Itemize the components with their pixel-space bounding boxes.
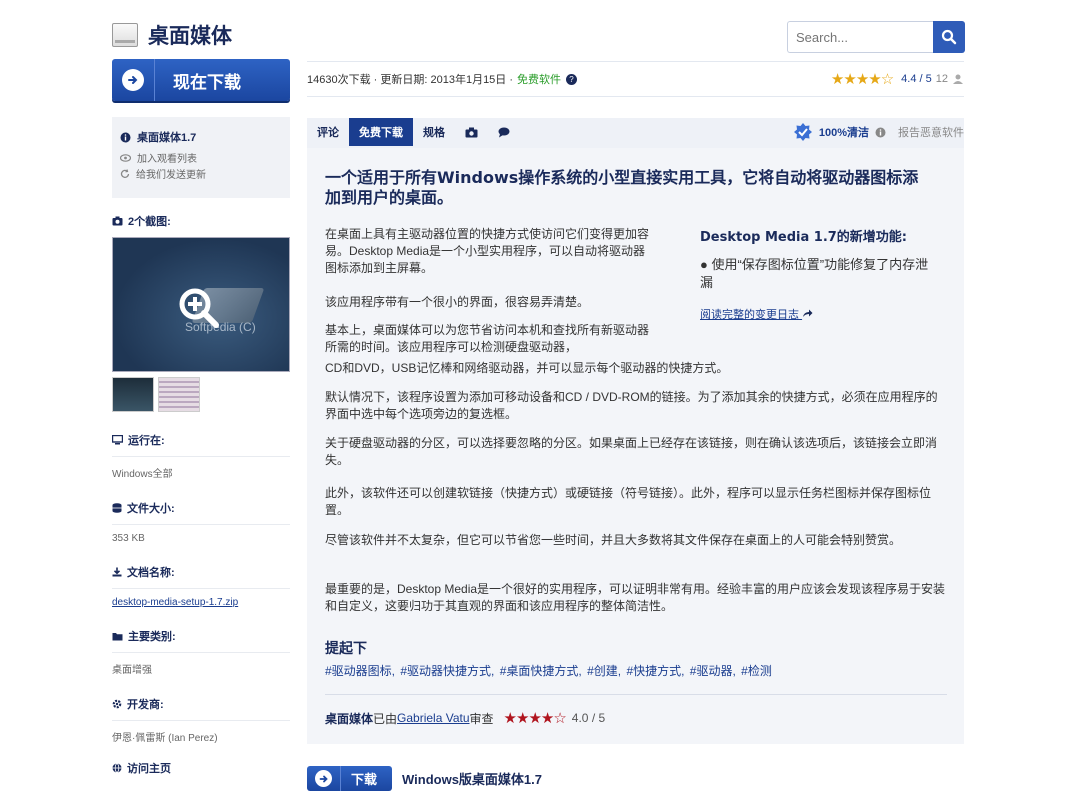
download-now-button[interactable]: 现在下载: [112, 59, 290, 101]
info-icon: [875, 127, 886, 137]
paragraph: CD和DVD，USB记忆棒和网络驱动器，并可以显示每个驱动器的快捷方式。: [325, 361, 729, 375]
tab-specs[interactable]: 规格: [413, 118, 455, 146]
tags-list: #驱动器图标, #驱动器快捷方式, #桌面快捷方式, #创建, #快捷方式, #…: [325, 662, 774, 679]
bottom-download: 下载 Windows版桌面媒体1.7: [307, 766, 542, 791]
file-name: 文档名称: desktop-media-setup-1.7.zip: [112, 564, 290, 608]
tag-link[interactable]: #创建,: [587, 664, 621, 678]
file-name-link[interactable]: desktop-media-setup-1.7.zip: [112, 597, 290, 608]
camera-icon: [112, 216, 123, 226]
developer-link[interactable]: 伊恩·佩雷斯 (Ian Perez): [112, 729, 290, 744]
screenshot-thumb-1[interactable]: [112, 377, 154, 412]
homepage-link[interactable]: 访问主页: [112, 760, 290, 776]
camera-icon: [465, 127, 478, 137]
eye-icon: [120, 153, 131, 162]
content-panel: 一个适用于所有Windows操作系统的小型直接实用工具，它将自动将驱动器图标添加…: [307, 146, 964, 744]
editor-rating-score: 4.0 / 5: [571, 711, 606, 725]
users-icon: [953, 74, 963, 84]
paragraph: 基本上，桌面媒体可以为您节省访问本机和查找所有新驱动器所需的时间。该应用程序可以…: [325, 323, 650, 354]
file-size: 文件大小: 353 KB: [112, 500, 290, 544]
review-app-name: 桌面媒体: [325, 711, 374, 726]
runs-on: 运行在: Windows全部: [112, 432, 290, 480]
download-button[interactable]: 下载: [307, 766, 392, 791]
tag-link[interactable]: #检测: [741, 664, 772, 678]
send-update-link[interactable]: 给我们发送更新: [120, 166, 282, 181]
changelog-title: Desktop Media 1.7的新增功能:: [700, 230, 908, 245]
screenshots-heading: 2个截图:: [112, 213, 290, 229]
developer: 开发商: 伊恩·佩雷斯 (Ian Perez): [112, 696, 290, 744]
screenshot-thumbnails: [112, 377, 290, 412]
content-tabs: 评论 免费下载 规格 100%清洁 报告恶意软件: [307, 118, 964, 146]
tab-free-download[interactable]: 免费下载: [349, 118, 413, 146]
add-watchlist-link[interactable]: 加入观看列表: [120, 150, 282, 165]
share-arrow-icon: [803, 309, 813, 317]
screenshot-main[interactable]: Softpedia (C): [112, 237, 290, 372]
tab-comments[interactable]: [488, 118, 520, 146]
download-now-label: 现在下载: [173, 72, 241, 93]
paragraph: 关于硬盘驱动器的分区，可以选择要忽略的分区。如果桌面上已经存在该链接，则在确认该…: [325, 436, 938, 467]
tag-link[interactable]: #驱动器图标,: [325, 664, 395, 678]
tag-link[interactable]: #快捷方式,: [626, 664, 684, 678]
paragraph: 该应用程序带有一个很小的界面，很容易弄清楚。: [325, 295, 590, 309]
rating-stars: ★★★★☆: [830, 71, 894, 88]
category-link[interactable]: 桌面增强: [112, 661, 290, 676]
version-title: 桌面媒体1.7: [120, 129, 282, 145]
tag-link[interactable]: #驱动器快捷方式,: [400, 664, 494, 678]
article-headline: 一个适用于所有Windows操作系统的小型直接实用工具，它将自动将驱动器图标添加…: [325, 168, 919, 207]
app-icon: [112, 23, 138, 47]
reviewer-link[interactable]: Gabriela Vatu: [397, 711, 470, 725]
download-title: Windows版桌面媒体1.7: [402, 772, 543, 787]
refresh-icon: [120, 168, 130, 178]
clean-badge[interactable]: 100%清洁: [793, 118, 886, 146]
search-button[interactable]: [933, 21, 965, 53]
sidebar: 桌面媒体1.7 加入观看列表 给我们发送更新 2个截图: Softpedia (…: [112, 117, 290, 776]
divider: [154, 59, 155, 101]
paragraph: 最重要的是，Desktop Media是一个很好的实用程序，可以证明非常有用。经…: [325, 582, 946, 613]
changelog-item: ● 使用“保存图标位置”功能修复了内存泄漏: [700, 257, 929, 290]
specs: 运行在: Windows全部 文件大小: 353 KB 文档名称: deskto…: [112, 432, 290, 776]
version-box: 桌面媒体1.7 加入观看列表 给我们发送更新: [112, 117, 290, 198]
question-icon[interactable]: ?: [566, 73, 578, 85]
paragraph: 尽管该软件并不太复杂，但它可以节省您一些时间，并且大多数将其文件保存在桌面上的人…: [325, 533, 902, 547]
download-icon: [112, 567, 122, 577]
tab-review[interactable]: 评论: [307, 118, 349, 146]
tag-link[interactable]: #桌面快捷方式,: [500, 664, 582, 678]
search-input[interactable]: [787, 21, 933, 53]
download-count: 14630次下载 · 更新日期: 2013年1月15日 ·: [307, 74, 514, 86]
category: 主要类别: 桌面增强: [112, 628, 290, 676]
arrow-right-icon: [315, 770, 332, 787]
zoom-icon: [179, 288, 219, 328]
paragraph: 在桌面上具有主驱动器位置的快捷方式使访问它们变得更加容易。Desktop Med…: [325, 227, 650, 275]
screenshot-thumb-2[interactable]: [158, 377, 200, 412]
changelog-link[interactable]: 阅读完整的变更日志: [700, 306, 813, 322]
globe-icon: [112, 763, 122, 773]
rating-count: 12: [935, 73, 948, 85]
comment-icon: [498, 127, 510, 137]
info-icon: [120, 132, 131, 142]
shield-check-icon: [793, 123, 812, 141]
report-malware-link[interactable]: 报告恶意软件: [898, 118, 964, 146]
gear-icon: [112, 699, 122, 709]
arrow-right-icon: [122, 69, 144, 91]
search-icon: [941, 29, 957, 45]
user-rating[interactable]: ★★★★☆ 4.4 / 5 12: [831, 70, 964, 88]
editor-rating-stars: ★★★★☆: [503, 710, 567, 727]
review-line: 桌面媒体 已由 Gabriela Vatu 审查 ★★★★☆ 4.0 / 5: [325, 694, 947, 727]
app-header: 桌面媒体: [112, 20, 232, 50]
rating-score: 4.4 / 5: [901, 73, 932, 85]
monitor-icon: [112, 435, 123, 445]
search-bar: [787, 21, 965, 53]
folder-icon: [112, 632, 123, 640]
paragraph: 此外，该软件还可以创建软链接（快捷方式）或硬链接（符号链接）。此外，程序可以显示…: [325, 486, 932, 517]
info-bar: 14630次下载 · 更新日期: 2013年1月15日 · 免费软件 ? ★★★…: [307, 61, 964, 97]
license-badge[interactable]: 免费软件: [517, 71, 561, 87]
divider: [340, 766, 341, 791]
paragraph: 默认情况下，该程序设置为添加可移动设备和CD / DVD-ROM的链接。为了添加…: [325, 390, 938, 421]
tags-heading: 提起下: [325, 641, 367, 657]
page-title: 桌面媒体: [148, 24, 232, 48]
tab-screenshots[interactable]: [455, 118, 488, 146]
database-icon: [112, 503, 122, 513]
tag-link[interactable]: #驱动器,: [690, 664, 736, 678]
